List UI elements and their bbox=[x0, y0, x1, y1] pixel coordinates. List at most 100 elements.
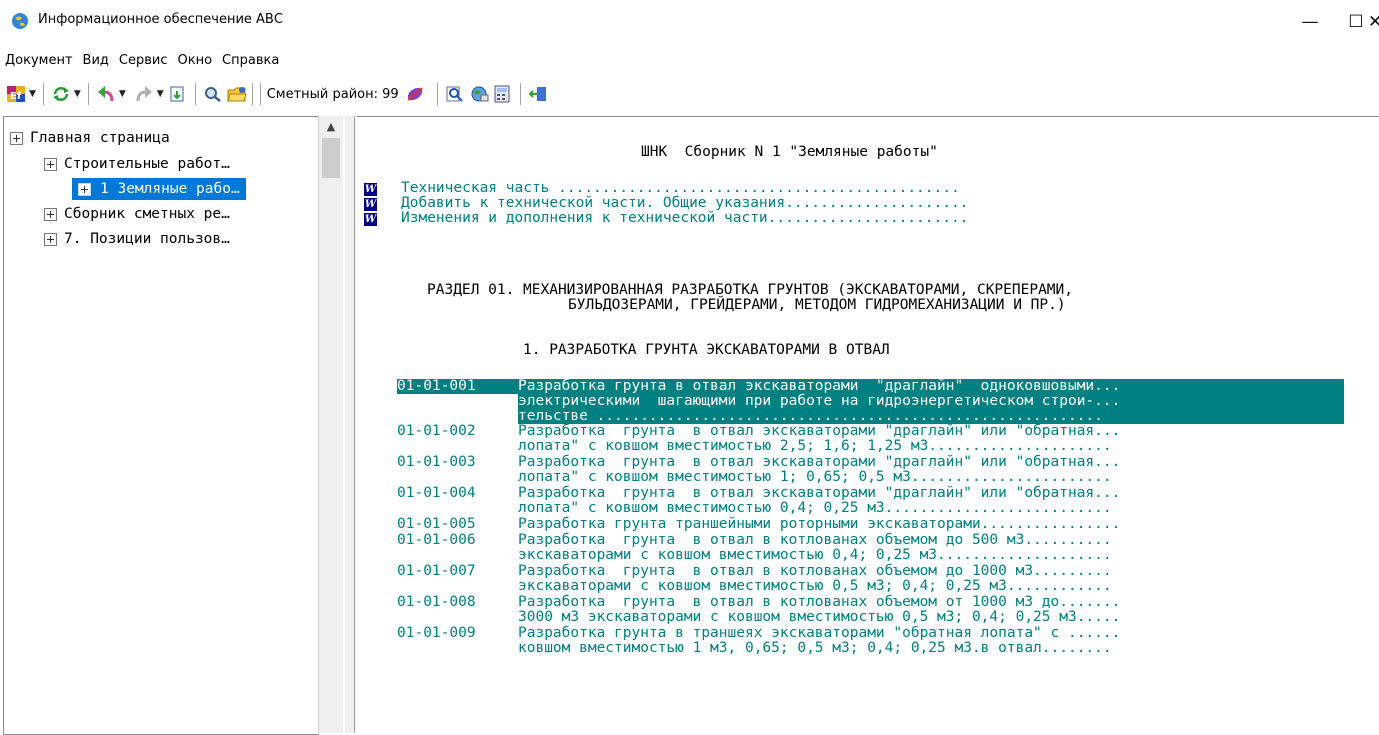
tree-item-construction[interactable]: Строительные работ… bbox=[44, 153, 230, 175]
menu-bar: Документ Вид Сервис Окно Справка bbox=[0, 50, 284, 70]
svg-text:Ef: Ef bbox=[10, 91, 22, 102]
expand-icon[interactable] bbox=[44, 157, 57, 171]
region-label: Сметный район: 99 bbox=[266, 86, 399, 102]
entry-text[interactable]: Разработка грунта в отвал экскаваторами … bbox=[518, 424, 1120, 439]
toolbar-separator bbox=[436, 83, 438, 105]
entry-code[interactable]: 01-01-006 bbox=[397, 533, 476, 548]
open-folder-button[interactable] bbox=[227, 82, 247, 106]
forward-button[interactable]: ▼ bbox=[134, 82, 164, 106]
toolbar-separator bbox=[87, 83, 89, 105]
globe-icon bbox=[471, 86, 489, 102]
word-doc-icon[interactable]: W bbox=[364, 213, 377, 226]
menu-window[interactable]: Окно bbox=[173, 53, 218, 68]
entry-code[interactable]: 01-01-002 bbox=[397, 424, 476, 439]
entry-code[interactable]: 01-01-005 bbox=[397, 517, 476, 532]
document-view: ШНК Сборник N 1 "Земляные работы" W Техн… bbox=[357, 116, 1379, 734]
word-doc-icon[interactable]: W bbox=[364, 198, 377, 211]
tree-item-estimate-collection[interactable]: Сборник сметных ре… bbox=[44, 203, 230, 225]
chevron-down-icon[interactable]: ▼ bbox=[157, 89, 164, 99]
find-icon bbox=[204, 87, 221, 102]
export-icon bbox=[170, 86, 184, 102]
refresh-icon bbox=[52, 87, 69, 101]
link-changes[interactable]: Изменения и дополнения к технической час… bbox=[401, 211, 968, 226]
entry-text[interactable]: 3000 м3 экскаваторами с ковшом вместимос… bbox=[518, 610, 1120, 625]
entry-text[interactable]: Разработка грунта в отвал в котлованах о… bbox=[518, 564, 1112, 579]
tree-item-label: 7. Позиции пользов… bbox=[64, 231, 230, 247]
search-button[interactable] bbox=[445, 82, 465, 106]
back-button[interactable]: ▼ bbox=[96, 82, 126, 106]
entry-code[interactable]: 01-01-007 bbox=[397, 564, 476, 579]
chevron-down-icon[interactable]: ▼ bbox=[29, 89, 36, 99]
entry-text[interactable]: Разработка грунта в отвал в котлованах о… bbox=[518, 533, 1112, 548]
calculator-icon bbox=[494, 85, 510, 103]
entry-text[interactable]: лопата" с ковшом вместимостью 1; 0,65; 0… bbox=[518, 470, 1112, 485]
subsection-heading: 1. РАЗРАБОТКА ГРУНТА ЭКСКАВАТОРАМИ В ОТВ… bbox=[523, 342, 890, 358]
menu-document[interactable]: Документ bbox=[0, 53, 78, 68]
section-heading: РАЗДЕЛ 01. МЕХАНИЗИРОВАННАЯ РАЗРАБОТКА Г… bbox=[427, 282, 1074, 298]
exit-button[interactable] bbox=[528, 82, 548, 106]
entry-code[interactable]: 01-01-008 bbox=[397, 595, 476, 610]
color-table-icon: Ef bbox=[7, 86, 25, 102]
entry-text[interactable]: Разработка грунта в отвал экскаваторами … bbox=[518, 486, 1120, 501]
tree-item-user-positions[interactable]: 7. Позиции пользов… bbox=[44, 228, 230, 250]
export-button[interactable] bbox=[168, 82, 188, 106]
calculator-button[interactable] bbox=[493, 82, 513, 106]
section-heading-cont: БУЛЬДОЗЕРАМИ, ГРЕЙДЕРАМИ, МЕТОДОМ ГИДРОМ… bbox=[568, 297, 1066, 313]
entry-code[interactable]: 01-01-009 bbox=[397, 626, 476, 641]
entry-code[interactable]: 01-01-003 bbox=[397, 455, 476, 470]
region-button[interactable] bbox=[405, 82, 425, 106]
menu-help[interactable]: Справка bbox=[217, 53, 284, 68]
tree-item-label: Сборник сметных ре… bbox=[64, 206, 230, 222]
toolbar-separator bbox=[194, 83, 196, 105]
tree-scrollbar[interactable]: ▲ bbox=[318, 116, 343, 733]
entry-text[interactable]: тельстве ...............................… bbox=[518, 409, 1344, 424]
entry-text[interactable]: Разработка грунта траншейными роторными … bbox=[518, 517, 1120, 532]
entry-code[interactable]: 01-01-004 bbox=[397, 486, 476, 501]
entry-text[interactable]: электрическими шагающими при работе на г… bbox=[518, 394, 1344, 409]
tree-item-home[interactable]: Главная страница bbox=[10, 127, 170, 149]
chevron-down-icon[interactable]: ▼ bbox=[74, 89, 81, 99]
entry-text[interactable]: экскаваторами с ковшом вместимостью 0,4;… bbox=[518, 548, 1112, 563]
document-title: ШНК Сборник N 1 "Земляные работы" bbox=[641, 144, 938, 160]
title-bar: Информационное обеспечение АВС — ☐ ✕ bbox=[0, 0, 1379, 44]
expand-icon[interactable] bbox=[44, 207, 57, 221]
window-title: Информационное обеспечение АВС bbox=[38, 12, 283, 27]
open-folder-icon bbox=[227, 87, 247, 102]
color-table-button[interactable]: Ef ▼ bbox=[6, 82, 36, 106]
minimize-button[interactable]: — bbox=[1290, 10, 1330, 34]
scroll-thumb[interactable] bbox=[322, 138, 340, 178]
search-icon bbox=[446, 86, 463, 102]
expand-icon[interactable] bbox=[44, 232, 57, 246]
navigation-tree: Главная страница Строительные работ… 1 З… bbox=[3, 116, 319, 735]
expand-icon[interactable] bbox=[10, 131, 23, 145]
toolbar: Ef ▼ ▼ ▼ ▼ Сметный район: 99 bbox=[0, 78, 1379, 110]
entry-text[interactable]: ковшом вместимостью 1 м3, 0,65; 0,5 м3; … bbox=[518, 641, 1112, 656]
find-button[interactable] bbox=[203, 82, 223, 106]
globe-button[interactable] bbox=[469, 82, 489, 106]
tree-item-earthworks[interactable]: 1 Земляные рабо… bbox=[72, 178, 246, 200]
forward-icon bbox=[136, 86, 152, 102]
back-icon bbox=[97, 86, 114, 102]
entry-text[interactable]: лопата" с ковшом вместимостью 0,4; 0,25 … bbox=[518, 501, 1112, 516]
entry-text[interactable]: экскаваторами с ковшом вместимостью 0,5 … bbox=[518, 579, 1112, 594]
refresh-button[interactable]: ▼ bbox=[51, 82, 81, 106]
entry-text[interactable]: Разработка грунта в траншеях экскаватора… bbox=[518, 626, 1120, 641]
entry-text[interactable]: Разработка грунта в отвал экскаваторами … bbox=[518, 379, 1121, 394]
link-general-instructions[interactable]: Добавить к технической части. Общие указ… bbox=[401, 196, 968, 211]
close-button[interactable]: ✕ bbox=[1368, 10, 1379, 34]
link-technical-part[interactable]: Техническая часть ......................… bbox=[401, 181, 960, 196]
word-doc-icon[interactable]: W bbox=[364, 183, 377, 196]
toolbar-separator bbox=[259, 83, 262, 105]
chevron-down-icon[interactable]: ▼ bbox=[119, 89, 126, 99]
tree-item-label: Строительные работ… bbox=[64, 156, 230, 172]
toolbar-separator bbox=[42, 83, 44, 105]
scroll-up-icon[interactable]: ▲ bbox=[319, 116, 343, 138]
entry-text[interactable]: лопата" с ковшом вместимостью 2,5; 1,6; … bbox=[518, 439, 1112, 454]
panel-splitter[interactable] bbox=[342, 116, 356, 733]
expand-icon[interactable] bbox=[78, 182, 91, 196]
menu-view[interactable]: Вид bbox=[78, 53, 114, 68]
menu-service[interactable]: Сервис bbox=[114, 53, 173, 68]
entry-text[interactable]: Разработка грунта в отвал экскаваторами … bbox=[518, 455, 1120, 470]
tree-item-label: 1 Земляные рабо… bbox=[98, 181, 242, 197]
entry-text[interactable]: Разработка грунта в отвал в котлованах о… bbox=[518, 595, 1120, 610]
